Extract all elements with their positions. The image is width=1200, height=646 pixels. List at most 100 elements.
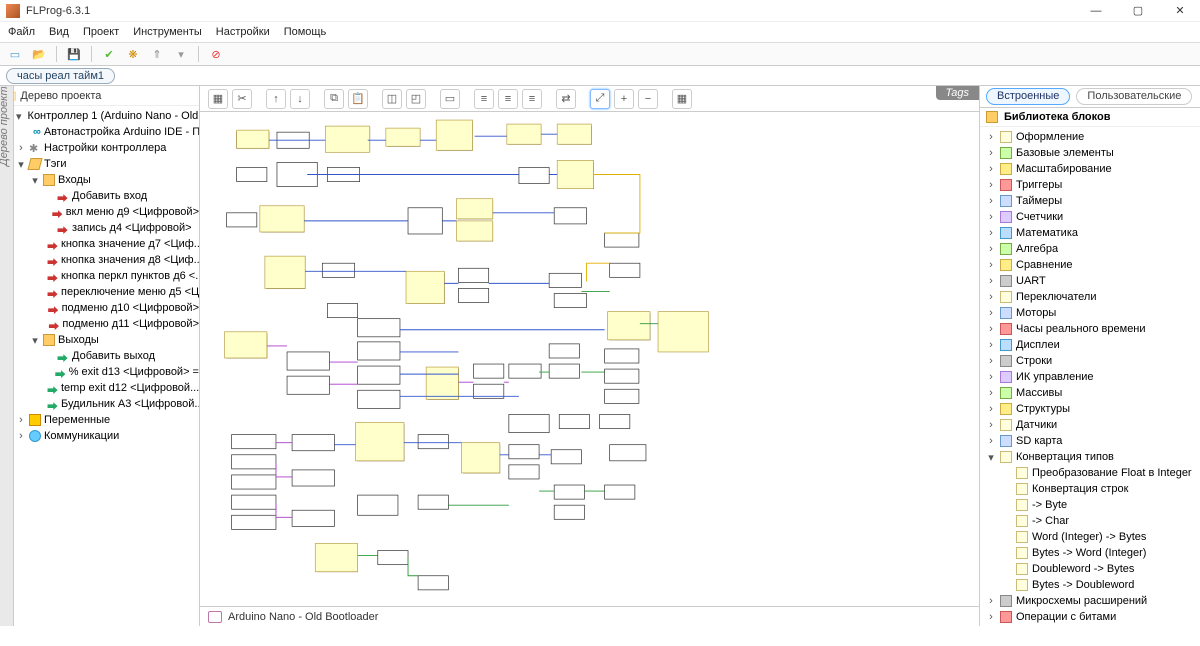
tree-row[interactable]: ›✱Настройки контроллера <box>16 140 199 156</box>
disclosure-icon[interactable]: › <box>986 355 996 367</box>
disclosure-icon[interactable]: ▾ <box>30 174 40 187</box>
ct-tool2[interactable]: ◰ <box>406 89 426 109</box>
ct-grid[interactable]: ▦ <box>672 89 692 109</box>
tree-row[interactable]: ▾Выходы <box>16 332 199 348</box>
tree-row[interactable]: ⮕Будильник А3 <Цифровой... <box>16 396 199 412</box>
ct-tool1[interactable]: ◫ <box>382 89 402 109</box>
library-row[interactable]: ›UART <box>980 273 1200 289</box>
library-row[interactable]: ›Структуры <box>980 401 1200 417</box>
tree-row[interactable]: ▾Тэги <box>16 156 199 172</box>
disclosure-icon[interactable]: › <box>986 435 996 447</box>
library-row[interactable]: ›SD карта <box>980 433 1200 449</box>
disclosure-icon[interactable]: › <box>986 611 996 623</box>
library-row[interactable]: ›Алгебра <box>980 241 1200 257</box>
tree-row[interactable]: ›Переменные <box>16 412 199 428</box>
library-tree[interactable]: ›Оформление›Базовые элементы›Масштабиров… <box>980 127 1200 626</box>
library-row[interactable]: ›Моторы <box>980 305 1200 321</box>
disclosure-icon[interactable]: › <box>986 227 996 239</box>
ct-align3[interactable]: ≡ <box>522 89 542 109</box>
upload-button[interactable]: ⇑ <box>148 45 166 63</box>
library-row[interactable]: ›Таймеры <box>980 193 1200 209</box>
bug-button[interactable]: ❋ <box>124 45 142 63</box>
disclosure-icon[interactable]: › <box>986 403 996 415</box>
menu-tools[interactable]: Инструменты <box>133 26 202 38</box>
tab-user[interactable]: Пользовательские <box>1076 88 1192 105</box>
ct-zoom-out[interactable]: − <box>638 89 658 109</box>
library-row[interactable]: Doubleword -> Bytes <box>980 561 1200 577</box>
disclosure-icon[interactable]: › <box>16 414 26 426</box>
tree-row[interactable]: ⮕Добавить вход <box>16 188 199 204</box>
library-row[interactable]: -> Char <box>980 513 1200 529</box>
disclosure-icon[interactable]: › <box>986 291 996 303</box>
disclosure-icon[interactable]: › <box>986 371 996 383</box>
disclosure-icon[interactable]: › <box>986 339 996 351</box>
check-button[interactable]: ✔ <box>100 45 118 63</box>
disclosure-icon[interactable]: › <box>986 147 996 159</box>
library-row[interactable]: Преобразование Float в Integer <box>980 465 1200 481</box>
disclosure-icon[interactable]: › <box>986 259 996 271</box>
tree-row[interactable]: ›Коммуникации <box>16 428 199 444</box>
tree-row[interactable]: ▾Входы <box>16 172 199 188</box>
library-row[interactable]: ›Датчики <box>980 417 1200 433</box>
library-row[interactable]: ›Оформление <box>980 129 1200 145</box>
tab-builtin[interactable]: Встроенные <box>986 88 1070 105</box>
disclosure-icon[interactable]: › <box>16 142 26 154</box>
tree-row[interactable]: ∞Автонастройка Arduino IDE - По ум... <box>16 124 199 140</box>
ct-align2[interactable]: ≡ <box>498 89 518 109</box>
tree-row[interactable]: ⮕переключение меню д5 <Ц... <box>16 284 199 300</box>
library-row[interactable]: ▾Конвертация типов <box>980 449 1200 465</box>
tree-row[interactable]: ⮕подменю д11 <Цифровой> <box>16 316 199 332</box>
ct-net[interactable]: ⇄ <box>556 89 576 109</box>
library-row[interactable]: ›Базовые элементы <box>980 145 1200 161</box>
library-row[interactable]: Word (Integer) -> Bytes <box>980 529 1200 545</box>
library-row[interactable]: ›Переключатели <box>980 289 1200 305</box>
tree-row[interactable]: ⮕Добавить выход <box>16 348 199 364</box>
close-button[interactable]: ✕ <box>1166 4 1194 17</box>
maximize-button[interactable]: ▢ <box>1124 4 1152 17</box>
tree-row[interactable]: ⮕кнопка значение д7 <Циф... <box>16 236 199 252</box>
disclosure-icon[interactable]: › <box>986 323 996 335</box>
disclosure-icon[interactable]: › <box>986 595 996 607</box>
library-row[interactable]: ›Дисплеи <box>980 337 1200 353</box>
ct-align1[interactable]: ≡ <box>474 89 494 109</box>
minimize-button[interactable]: — <box>1082 5 1110 17</box>
library-row[interactable]: ›Операции с битами <box>980 609 1200 625</box>
menu-file[interactable]: Файл <box>8 26 35 38</box>
library-row[interactable]: ›Часы реального времени <box>980 321 1200 337</box>
disclosure-icon[interactable]: › <box>986 211 996 223</box>
disclosure-icon[interactable]: › <box>986 179 996 191</box>
library-row[interactable]: ›Масштабирование <box>980 161 1200 177</box>
library-row[interactable]: Bytes -> Doubleword <box>980 577 1200 593</box>
diagram-canvas[interactable] <box>200 112 979 606</box>
tree-row[interactable]: ⮕temp exit d12 <Цифровой... <box>16 380 199 396</box>
disclosure-icon[interactable]: ▾ <box>986 451 996 464</box>
menu-view[interactable]: Вид <box>49 26 69 38</box>
ct-select[interactable]: ▦ <box>208 89 228 109</box>
disclosure-icon[interactable]: ▾ <box>30 334 40 347</box>
disclosure-icon[interactable]: › <box>986 275 996 287</box>
disclosure-icon[interactable]: › <box>986 243 996 255</box>
library-row[interactable]: ›ИК управление <box>980 369 1200 385</box>
ct-paste[interactable]: 📋 <box>348 89 368 109</box>
library-row[interactable]: -> Byte <box>980 497 1200 513</box>
disclosure-icon[interactable]: › <box>986 131 996 143</box>
ct-up[interactable]: ↑ <box>266 89 286 109</box>
ct-copy[interactable]: ⧉ <box>324 89 344 109</box>
stop-button[interactable]: ⊘ <box>207 45 225 63</box>
library-row[interactable]: ›Массивы <box>980 385 1200 401</box>
ct-down[interactable]: ↓ <box>290 89 310 109</box>
ct-zoom-fit[interactable]: ⤢ <box>590 89 610 109</box>
open-button[interactable]: 📂 <box>30 45 48 63</box>
disclosure-icon[interactable]: ▾ <box>16 158 26 171</box>
disclosure-icon[interactable]: › <box>986 163 996 175</box>
disclosure-icon[interactable]: › <box>986 307 996 319</box>
library-row[interactable]: ›Математика <box>980 225 1200 241</box>
library-row[interactable]: ›Микросхемы расширений <box>980 593 1200 609</box>
disclosure-icon[interactable]: ▾ <box>16 110 22 123</box>
tree-row[interactable]: ⮕подменю д10 <Цифровой> <box>16 300 199 316</box>
tags-tab[interactable]: Tags <box>936 86 979 100</box>
tool-button[interactable]: ▾ <box>172 45 190 63</box>
library-row[interactable]: ›Сравнение <box>980 257 1200 273</box>
new-button[interactable]: ▭ <box>6 45 24 63</box>
library-row[interactable]: ›Другие <box>980 625 1200 626</box>
